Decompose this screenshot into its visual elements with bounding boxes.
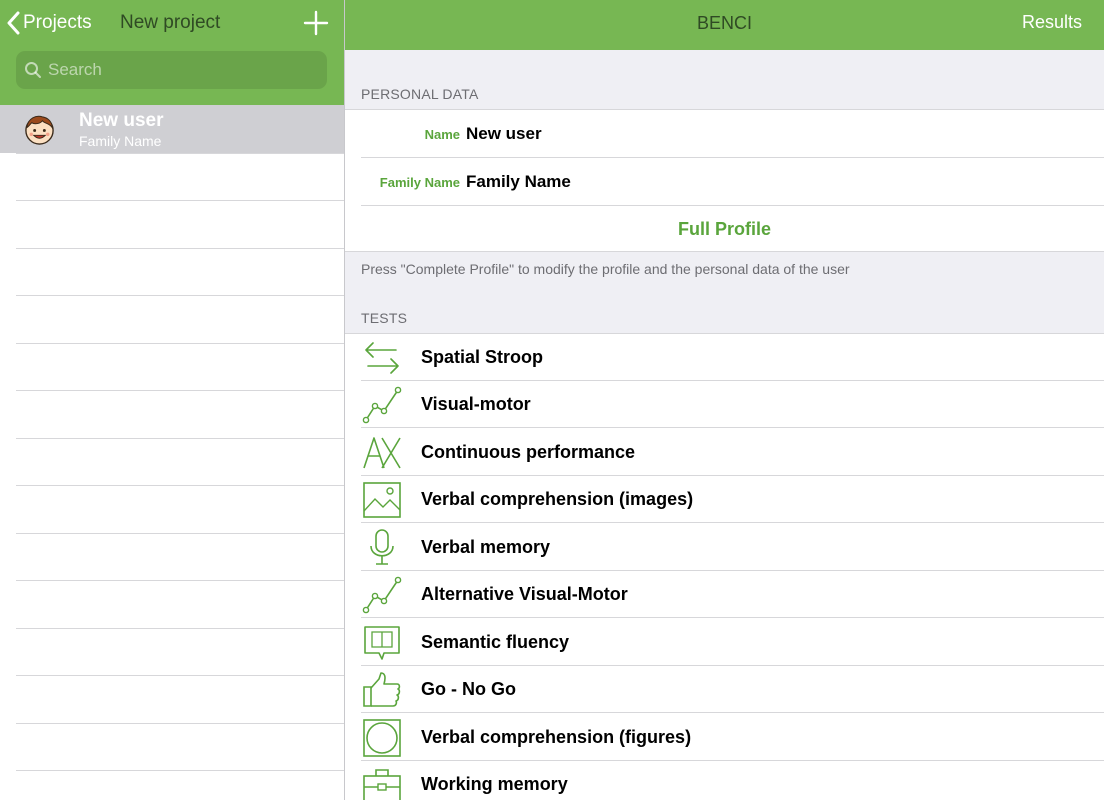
book-speech-bubble-icon — [364, 626, 400, 660]
detail-pane: BENCI Results PERSONAL DATA Name Family … — [345, 0, 1104, 800]
personal-data-group: Name Family Name Full Profile — [345, 109, 1104, 252]
back-button-label: Projects — [23, 12, 92, 33]
list-separator — [16, 390, 344, 391]
app-title: BENCI — [696, 13, 752, 33]
personal-data-section-header: PERSONAL DATA — [361, 86, 479, 102]
test-label: Verbal memory — [421, 537, 551, 557]
search-input[interactable] — [48, 60, 308, 80]
thumbs-up-icon — [363, 672, 401, 707]
row-separator — [361, 427, 1104, 428]
list-separator — [16, 675, 344, 676]
results-button[interactable]: Results — [1022, 12, 1082, 33]
master-pane: Projects New project New user Famil — [0, 0, 344, 800]
name-input[interactable] — [466, 124, 1066, 144]
add-user-button[interactable] — [302, 9, 330, 37]
test-label: Alternative Visual-Motor — [421, 584, 628, 604]
user-list-item[interactable]: New user Family Name — [0, 105, 344, 153]
test-label: Continuous performance — [421, 442, 636, 462]
list-separator — [16, 723, 344, 724]
row-separator — [361, 712, 1104, 713]
plus-icon — [303, 10, 329, 36]
chevron-left-icon — [7, 11, 20, 35]
project-title: New project — [120, 12, 221, 33]
test-item-alternative-visual-motor[interactable]: Alternative Visual-Motor — [345, 571, 1104, 618]
family-name-field-row[interactable]: Family Name — [345, 158, 1104, 205]
user-family-name: Family Name — [79, 133, 162, 149]
test-label: Spatial Stroop — [421, 347, 544, 367]
list-separator — [16, 438, 344, 439]
name-field-row[interactable]: Name — [345, 110, 1104, 157]
full-profile-button[interactable]: Full Profile — [345, 216, 1104, 250]
master-nav-bar: Projects New project — [0, 0, 344, 105]
test-item-verbal-comprehension-images[interactable]: Verbal comprehension (images) — [345, 476, 1104, 523]
list-separator — [16, 248, 344, 249]
test-label: Go - No Go — [421, 679, 516, 699]
test-label: Working memory — [421, 774, 568, 794]
test-item-verbal-memory[interactable]: Verbal memory — [345, 524, 1104, 571]
list-separator — [16, 533, 344, 534]
list-separator — [16, 200, 344, 201]
boy-face-avatar — [25, 115, 54, 145]
ax-letters-icon — [363, 437, 401, 469]
test-item-spatial-stroop[interactable]: Spatial Stroop — [345, 334, 1104, 381]
test-item-verbal-comprehension-figures[interactable]: Verbal comprehension (figures) — [345, 714, 1104, 761]
line-graph-icon — [362, 386, 402, 424]
profile-hint-text: Press "Complete Profile" to modify the p… — [361, 261, 850, 277]
row-separator — [361, 522, 1104, 523]
test-label: Verbal comprehension (images) — [421, 489, 694, 509]
line-graph-icon — [362, 576, 402, 614]
test-label: Verbal comprehension (figures) — [421, 727, 692, 747]
name-label: Name — [424, 127, 460, 142]
picture-icon — [363, 482, 401, 518]
list-separator — [16, 295, 344, 296]
list-separator — [16, 628, 344, 629]
back-to-projects-button[interactable]: Projects — [6, 8, 92, 38]
test-item-continuous-performance[interactable]: Continuous performance — [345, 429, 1104, 476]
list-separator — [16, 153, 344, 154]
search-field[interactable] — [16, 51, 327, 89]
user-name: New user — [79, 110, 164, 131]
test-label: Visual-motor — [421, 394, 531, 414]
row-separator — [361, 205, 1104, 206]
microphone-icon — [370, 529, 394, 565]
circle-in-square-icon — [363, 719, 401, 757]
arrows-left-right-icon — [365, 342, 399, 374]
test-item-visual-motor[interactable]: Visual-motor — [345, 381, 1104, 428]
list-separator — [16, 770, 344, 771]
briefcase-icon — [363, 769, 401, 800]
search-icon — [25, 62, 41, 78]
test-label: Semantic fluency — [421, 632, 570, 652]
list-separator — [16, 343, 344, 344]
family-name-label: Family Name — [379, 175, 460, 190]
list-separator — [16, 580, 344, 581]
detail-nav-bar: BENCI Results — [345, 0, 1104, 50]
test-item-semantic-fluency[interactable]: Semantic fluency — [345, 619, 1104, 666]
family-name-input[interactable] — [466, 172, 1066, 192]
tests-list: Spatial Stroop Visual-motor Continuous p… — [345, 333, 1104, 800]
row-separator — [361, 617, 1104, 618]
test-item-working-memory[interactable]: Working memory — [345, 761, 1104, 800]
test-item-go-no-go[interactable]: Go - No Go — [345, 666, 1104, 713]
tests-section-header: TESTS — [361, 310, 408, 326]
list-separator — [16, 485, 344, 486]
